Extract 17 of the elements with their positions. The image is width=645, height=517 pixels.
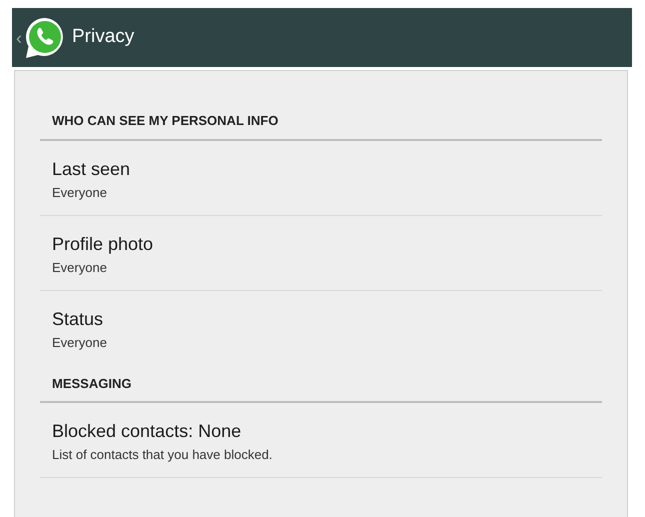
item-subtitle: Everyone: [52, 184, 108, 202]
item-title: Profile photo: [52, 232, 154, 254]
section-heading: WHO CAN SEE MY PERSONAL INFO: [40, 111, 602, 140]
item-subtitle: List of contacts that you have blocked.: [52, 446, 274, 464]
item-title: Blocked contacts: None: [52, 420, 242, 442]
settings-item[interactable]: Status Everyone: [40, 290, 602, 366]
back-button[interactable]: ‹: [16, 22, 22, 52]
app-logo-icon: [24, 16, 66, 60]
settings-item[interactable]: Profile photo Everyone: [40, 216, 602, 290]
item-title: Status: [52, 308, 104, 330]
settings-item[interactable]: Last seen Everyone: [40, 140, 602, 216]
item-title: Last seen: [52, 158, 132, 180]
section-heading: MESSAGING: [40, 374, 602, 403]
item-subtitle: Everyone: [52, 258, 108, 277]
settings-item[interactable]: Blocked contacts: None List of contacts that you have blocked.: [40, 403, 602, 478]
item-subtitle: Everyone: [52, 334, 108, 352]
screen-title: Privacy: [72, 25, 134, 50]
